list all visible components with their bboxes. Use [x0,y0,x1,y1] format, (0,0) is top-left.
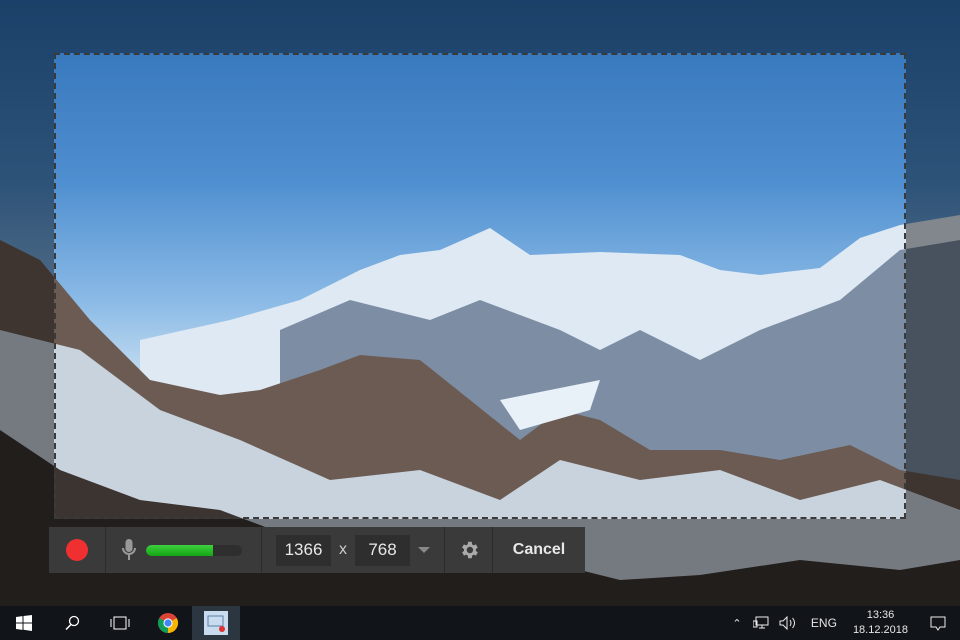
clock-date: 18.12.2018 [852,624,908,636]
volume-icon[interactable] [779,616,797,630]
height-input[interactable]: 768 [355,534,410,566]
language-indicator[interactable]: ENG [811,616,837,630]
show-hidden-icons-chevron-icon[interactable]: ⌃ [725,617,749,630]
cancel-button[interactable]: Cancel [493,527,585,573]
dimension-separator: x [339,541,347,558]
record-icon [66,539,88,561]
settings-button[interactable] [445,527,493,573]
chrome-taskbar-button[interactable] [144,606,192,640]
search-icon [65,615,80,631]
microphone-icon[interactable] [122,539,136,561]
capture-region-selection[interactable] [54,53,906,519]
recording-toolbar: 1366 x 768 Cancel [49,527,585,573]
task-view-button[interactable] [96,606,144,640]
resolution-dropdown-icon[interactable] [418,546,430,554]
windows-start-icon [16,615,32,631]
record-button[interactable] [49,527,106,573]
clock-time: 13:36 [866,609,895,621]
notifications-icon [930,616,946,631]
task-view-icon [110,616,130,630]
action-center-button[interactable] [916,616,960,631]
width-input[interactable]: 1366 [276,534,331,566]
taskbar: ⌃ ENG 13:36 18.12.2018 [0,606,960,640]
mic-level-meter [146,544,242,556]
chrome-icon [157,613,179,634]
start-button[interactable] [0,606,48,640]
gear-icon [461,541,478,559]
screen-recorder-taskbar-button[interactable] [192,606,240,640]
clock[interactable]: 13:36 18.12.2018 [853,608,908,638]
search-button[interactable] [48,606,96,640]
screen-recorder-icon [204,611,228,635]
network-icon[interactable] [752,616,769,630]
